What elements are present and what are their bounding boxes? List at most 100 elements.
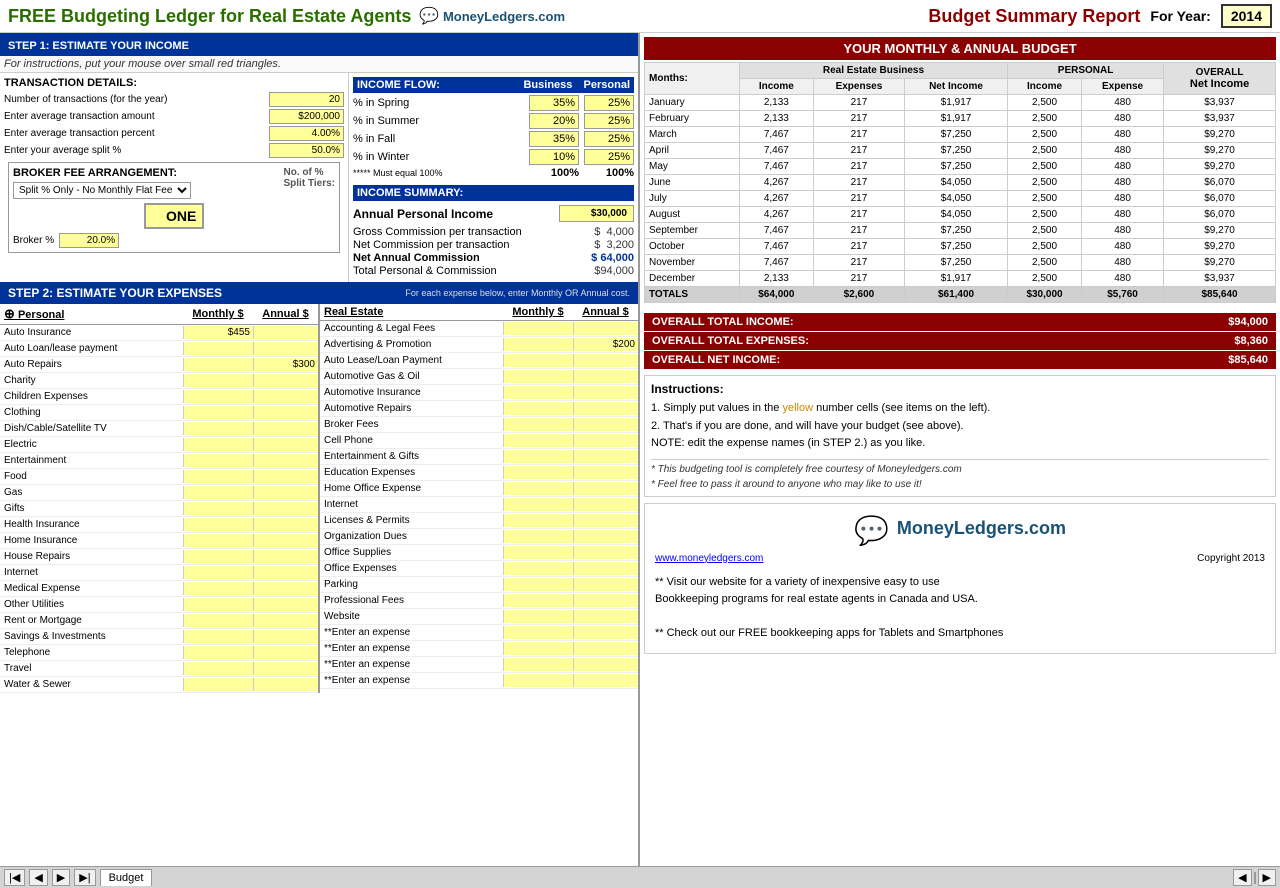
travel-monthly[interactable] <box>183 662 253 675</box>
transactions-input[interactable] <box>269 92 344 107</box>
travel-annual[interactable] <box>253 662 318 675</box>
re-custom3-monthly[interactable] <box>503 658 573 671</box>
auto-insurance-annual[interactable] <box>253 326 318 339</box>
avg-split-input[interactable] <box>269 143 344 158</box>
gas-monthly[interactable] <box>183 486 253 499</box>
medical-monthly[interactable] <box>183 582 253 595</box>
re-custom4-name[interactable] <box>320 675 503 686</box>
re-custom3-annual[interactable] <box>573 658 638 671</box>
rent-annual[interactable] <box>253 614 318 627</box>
rent-monthly[interactable] <box>183 614 253 627</box>
internet-monthly[interactable] <box>183 566 253 579</box>
health-insurance-monthly[interactable] <box>183 518 253 531</box>
scroll-left-btn[interactable]: ◀ <box>1233 869 1251 886</box>
spring-biz-input[interactable] <box>529 95 579 111</box>
re-auto-gas-annual[interactable] <box>573 370 638 383</box>
entertainment-monthly[interactable] <box>183 454 253 467</box>
clothing-annual[interactable] <box>253 406 318 419</box>
avg-pct-input[interactable] <box>269 126 344 141</box>
re-custom4-annual[interactable] <box>573 674 638 687</box>
re-office-exp-annual[interactable] <box>573 562 638 575</box>
re-website-annual[interactable] <box>573 610 638 623</box>
broker-arrangement-select[interactable]: Split % Only - No Monthly Flat Fee <box>13 182 191 199</box>
re-custom2-annual[interactable] <box>573 642 638 655</box>
re-office-sup-monthly[interactable] <box>503 546 573 559</box>
telephone-monthly[interactable] <box>183 646 253 659</box>
internet-annual[interactable] <box>253 566 318 579</box>
entertainment-annual[interactable] <box>253 454 318 467</box>
re-internet-monthly[interactable] <box>503 498 573 511</box>
children-monthly[interactable] <box>183 390 253 403</box>
re-org-annual[interactable] <box>573 530 638 543</box>
auto-loan-monthly[interactable] <box>183 342 253 355</box>
accounting-annual[interactable] <box>573 322 638 335</box>
re-licenses-monthly[interactable] <box>503 514 573 527</box>
other-utilities-monthly[interactable] <box>183 598 253 611</box>
re-org-monthly[interactable] <box>503 530 573 543</box>
re-custom2-monthly[interactable] <box>503 642 573 655</box>
re-custom2-name[interactable] <box>320 643 503 654</box>
re-parking-annual[interactable] <box>573 578 638 591</box>
house-repairs-monthly[interactable] <box>183 550 253 563</box>
last-sheet-btn[interactable]: ▶| <box>74 869 95 886</box>
winter-per-input[interactable] <box>584 149 634 165</box>
avg-transaction-input[interactable] <box>269 109 344 124</box>
re-edu-annual[interactable] <box>573 466 638 479</box>
re-website-monthly[interactable] <box>503 610 573 623</box>
re-auto-ins-monthly[interactable] <box>503 386 573 399</box>
dish-monthly[interactable] <box>183 422 253 435</box>
water-annual[interactable] <box>253 678 318 691</box>
next-sheet-btn[interactable]: ▶ <box>52 869 70 886</box>
fall-per-input[interactable] <box>584 131 634 147</box>
children-annual[interactable] <box>253 390 318 403</box>
gifts-monthly[interactable] <box>183 502 253 515</box>
re-broker-monthly[interactable] <box>503 418 573 431</box>
re-prof-monthly[interactable] <box>503 594 573 607</box>
house-repairs-annual[interactable] <box>253 550 318 563</box>
year-input[interactable]: 2014 <box>1221 4 1272 28</box>
fall-biz-input[interactable] <box>529 131 579 147</box>
re-custom1-monthly[interactable] <box>503 626 573 639</box>
home-insurance-annual[interactable] <box>253 534 318 547</box>
auto-repairs-monthly[interactable] <box>183 358 253 371</box>
advertising-monthly[interactable] <box>503 338 573 351</box>
re-auto-gas-monthly[interactable] <box>503 370 573 383</box>
re-custom1-annual[interactable] <box>573 626 638 639</box>
first-sheet-btn[interactable]: |◀ <box>4 869 25 886</box>
re-auto-lease-monthly[interactable] <box>503 354 573 367</box>
prev-sheet-btn[interactable]: ◀ <box>29 869 47 886</box>
gifts-annual[interactable] <box>253 502 318 515</box>
re-custom3-name[interactable] <box>320 659 503 670</box>
savings-annual[interactable] <box>253 630 318 643</box>
annual-personal-input[interactable] <box>559 205 634 222</box>
telephone-annual[interactable] <box>253 646 318 659</box>
re-custom4-monthly[interactable] <box>503 674 573 687</box>
re-parking-monthly[interactable] <box>503 578 573 591</box>
re-auto-lease-annual[interactable] <box>573 354 638 367</box>
dish-annual[interactable] <box>253 422 318 435</box>
horizontal-scrollbar[interactable] <box>1254 872 1256 884</box>
other-utilities-annual[interactable] <box>253 598 318 611</box>
re-auto-ins-annual[interactable] <box>573 386 638 399</box>
spring-per-input[interactable] <box>584 95 634 111</box>
accounting-monthly[interactable] <box>503 322 573 335</box>
water-monthly[interactable] <box>183 678 253 691</box>
charity-annual[interactable] <box>253 374 318 387</box>
health-insurance-annual[interactable] <box>253 518 318 531</box>
re-auto-rep-monthly[interactable] <box>503 402 573 415</box>
re-entertain-annual[interactable] <box>573 450 638 463</box>
re-edu-monthly[interactable] <box>503 466 573 479</box>
food-annual[interactable] <box>253 470 318 483</box>
budget-tab[interactable]: Budget <box>100 869 153 886</box>
auto-repairs-annual[interactable] <box>253 358 318 371</box>
auto-loan-annual[interactable] <box>253 342 318 355</box>
re-entertain-monthly[interactable] <box>503 450 573 463</box>
winter-biz-input[interactable] <box>529 149 579 165</box>
re-internet-annual[interactable] <box>573 498 638 511</box>
home-insurance-monthly[interactable] <box>183 534 253 547</box>
re-cell-annual[interactable] <box>573 434 638 447</box>
re-licenses-annual[interactable] <box>573 514 638 527</box>
summer-biz-input[interactable] <box>529 113 579 129</box>
re-home-monthly[interactable] <box>503 482 573 495</box>
charity-monthly[interactable] <box>183 374 253 387</box>
